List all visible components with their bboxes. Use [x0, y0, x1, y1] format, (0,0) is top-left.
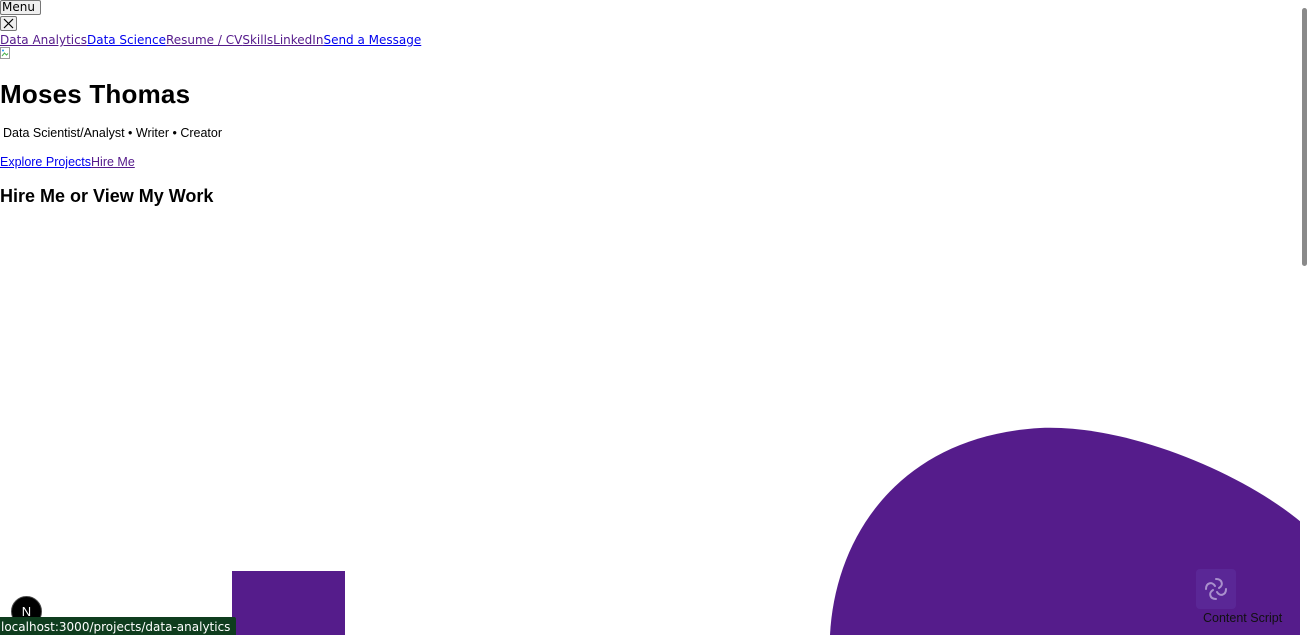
nav-link-send-message[interactable]: Send a Message — [323, 32, 421, 48]
scrollbar-thumb[interactable] — [1302, 8, 1307, 266]
nav-link-data-science[interactable]: Data Science — [87, 32, 166, 48]
main-nav: Data Analytics Data Science Resume / CV … — [0, 32, 421, 48]
broken-image-icon — [0, 47, 10, 59]
close-menu-button[interactable] — [0, 16, 17, 31]
nav-link-linkedin[interactable]: LinkedIn — [273, 32, 323, 48]
nav-link-data-analytics[interactable]: Data Analytics — [0, 32, 87, 48]
page-title: Moses Thomas — [0, 79, 191, 109]
tagline: Data Scientist/Analyst • Writer • Creato… — [3, 126, 223, 140]
nav-link-skills[interactable]: Skills — [242, 32, 273, 48]
swirl-icon — [1205, 578, 1227, 600]
hire-me-link[interactable]: Hire Me — [91, 154, 135, 170]
extension-label: Content Script — [1203, 611, 1283, 625]
menu-button[interactable]: Menu — [0, 0, 41, 15]
section-heading: Hire Me or View My Work — [0, 186, 214, 206]
scrollbar[interactable] — [1300, 0, 1308, 635]
close-icon — [3, 18, 14, 29]
extension-icon[interactable] — [1196, 569, 1236, 609]
nav-link-resume[interactable]: Resume / CV — [166, 32, 242, 48]
cta-links: Explore Projects Hire Me — [0, 154, 135, 170]
decorative-purple-square — [232, 571, 345, 635]
link-status-bar: localhost:3000/projects/data-analytics — [0, 617, 237, 635]
explore-projects-link[interactable]: Explore Projects — [0, 154, 91, 170]
decorative-purple-blob — [830, 427, 1308, 635]
